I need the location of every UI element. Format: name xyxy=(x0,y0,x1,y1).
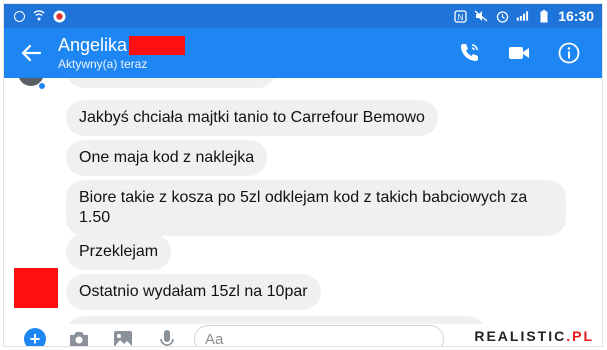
camera-button[interactable] xyxy=(68,328,90,346)
message-list[interactable]: Jakbyś chciała majtki tanio to Carrefour… xyxy=(4,78,602,324)
watermark: REALISTIC.PL xyxy=(474,328,594,344)
info-button[interactable] xyxy=(556,40,582,66)
message-input[interactable]: Aa xyxy=(194,325,444,347)
battery-icon xyxy=(537,9,551,22)
app-notification-icon xyxy=(52,10,66,22)
info-icon xyxy=(558,42,580,64)
microphone-icon xyxy=(160,330,174,346)
message-text: Przeklejam xyxy=(79,243,159,260)
wifi-hotspot-icon xyxy=(32,10,46,22)
status-bar: N 16:30 xyxy=(4,4,602,28)
messenger-notification-icon xyxy=(12,10,26,22)
video-camera-icon xyxy=(509,47,529,59)
active-status: Aktywny(a) teraz xyxy=(58,57,148,71)
message-text: Jakbyś chciała majtki tanio to Carrefour… xyxy=(79,109,425,126)
plus-icon: + xyxy=(24,328,46,346)
messenger-badge-icon xyxy=(38,82,46,90)
redaction-box xyxy=(129,35,186,55)
alarm-icon xyxy=(495,10,509,23)
svg-text:N: N xyxy=(457,13,463,22)
contact-name: Angelika xyxy=(58,35,128,55)
message-bubble[interactable]: Biore takie z kosza po 5zl odklejam kod … xyxy=(66,180,566,236)
message-bubble-partial[interactable] xyxy=(66,316,486,324)
voice-message-button[interactable] xyxy=(156,328,178,346)
message-input-placeholder: Aa xyxy=(205,330,224,347)
mute-icon xyxy=(474,10,488,22)
phone-icon xyxy=(461,44,478,61)
message-bubble[interactable]: One maja kod z naklejka xyxy=(66,140,268,176)
gallery-button[interactable] xyxy=(112,328,134,346)
image-icon xyxy=(114,331,132,346)
conversation-header: Angelika Aktywny(a) teraz xyxy=(4,28,602,78)
message-text: Biore takie z kosza po 5zl odklejam kod … xyxy=(79,189,528,226)
video-call-button[interactable] xyxy=(506,40,532,66)
nfc-icon: N xyxy=(453,9,467,23)
message-bubble-partial[interactable] xyxy=(66,78,276,88)
status-time: 16:30 xyxy=(558,8,594,24)
back-arrow-icon xyxy=(21,44,41,62)
message-text: Ostatnio wydałam 15zl na 10par xyxy=(79,283,308,300)
message-bubble[interactable]: Przeklejam xyxy=(66,234,172,270)
redaction-box xyxy=(14,268,58,308)
back-button[interactable] xyxy=(4,28,58,78)
contact-info[interactable]: Angelika Aktywny(a) teraz xyxy=(58,35,186,71)
message-bubble[interactable]: Ostatnio wydałam 15zl na 10par xyxy=(66,274,321,310)
camera-icon xyxy=(70,332,88,346)
more-actions-button[interactable]: + xyxy=(24,328,46,346)
call-button[interactable] xyxy=(456,40,482,66)
message-text: One maja kod z naklejka xyxy=(79,149,255,166)
messenger-screen: N 16:30 Angelika Aktywny(a) teraz Jakbyś… xyxy=(3,3,603,347)
message-bubble[interactable]: Jakbyś chciała majtki tanio to Carrefour… xyxy=(66,100,438,136)
signal-icon xyxy=(516,10,530,22)
